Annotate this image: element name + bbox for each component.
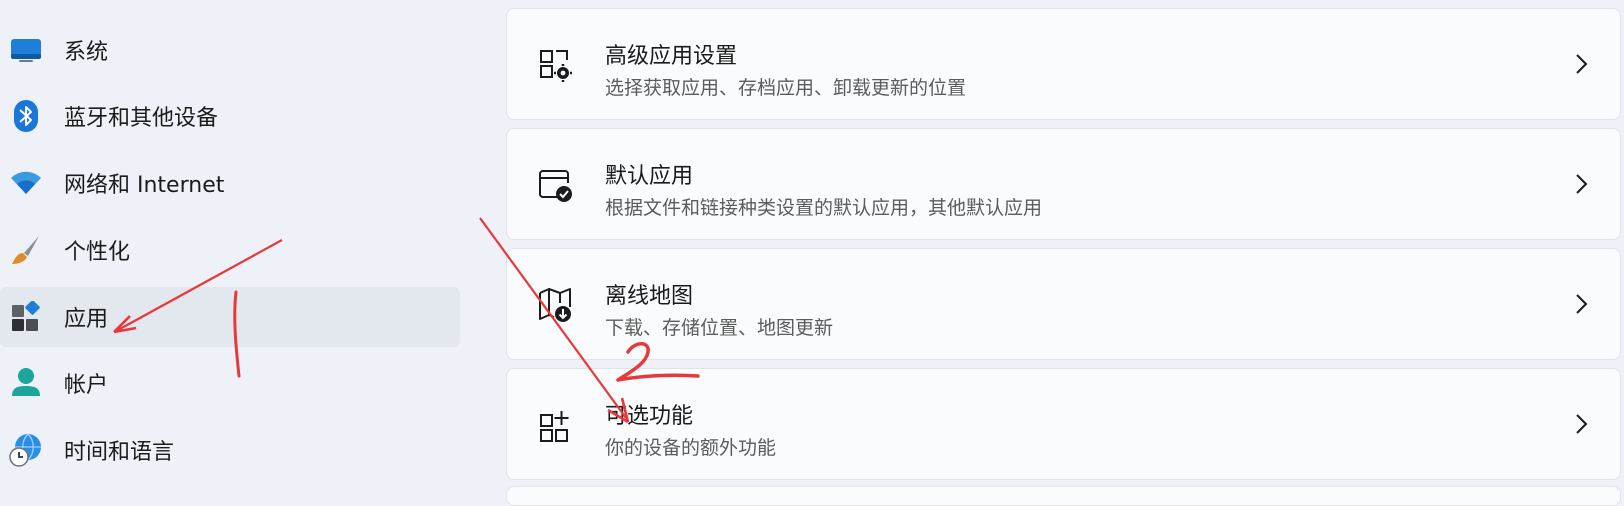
default-apps-icon <box>537 167 573 203</box>
card-default-apps[interactable]: 默认应用 根据文件和链接种类设置的默认应用，其他默认应用 <box>506 128 1621 240</box>
sidebar-item-personalization[interactable]: 个性化 <box>0 220 460 280</box>
card-offline-maps[interactable]: 离线地图 下载、存储位置、地图更新 <box>506 248 1621 360</box>
card-description: 根据文件和链接种类设置的默认应用，其他默认应用 <box>605 197 1043 219</box>
card-partial-next <box>506 486 1621 506</box>
app-settings-icon <box>537 47 573 83</box>
apps-icon <box>8 299 44 335</box>
sidebar-item-accounts[interactable]: 帐户 <box>0 353 460 413</box>
sidebar-item-label: 帐户 <box>64 373 109 398</box>
sidebar-item-network[interactable]: 网络和 Internet <box>0 153 460 213</box>
card-optional-features[interactable]: 可选功能 你的设备的额外功能 <box>506 368 1621 480</box>
sidebar-item-label: 系统 <box>64 40 109 65</box>
sidebar-item-apps[interactable]: 应用 <box>0 287 460 347</box>
card-description: 你的设备的额外功能 <box>605 437 777 459</box>
chevron-right-icon <box>1574 171 1590 197</box>
chevron-right-icon <box>1574 51 1590 77</box>
offline-map-icon <box>537 287 573 323</box>
bluetooth-icon <box>8 98 44 134</box>
optional-features-icon <box>537 407 573 443</box>
card-title: 离线地图 <box>605 284 694 309</box>
sidebar-item-label: 蓝牙和其他设备 <box>64 106 219 131</box>
sidebar-item-label: 网络和 Internet <box>64 173 225 198</box>
sidebar-item-time-language[interactable]: 时间和语言 <box>0 420 460 480</box>
settings-sidebar: 系统 蓝牙和其他设备 网络和 Internet 个性化 应用 帐户 时间和语言 <box>0 0 460 494</box>
card-title: 默认应用 <box>605 164 694 189</box>
paintbrush-icon <box>8 232 44 268</box>
person-icon <box>8 365 44 401</box>
card-description: 下载、存储位置、地图更新 <box>605 317 834 339</box>
card-title: 可选功能 <box>605 404 694 429</box>
chevron-right-icon <box>1574 411 1590 437</box>
sidebar-item-bluetooth[interactable]: 蓝牙和其他设备 <box>0 86 460 146</box>
sidebar-item-label: 时间和语言 <box>64 440 175 465</box>
card-advanced-app-settings[interactable]: 高级应用设置 选择获取应用、存档应用、卸载更新的位置 <box>506 8 1621 120</box>
wifi-icon <box>8 165 44 201</box>
card-title: 高级应用设置 <box>605 44 738 69</box>
monitor-icon <box>8 32 44 68</box>
globe-clock-icon <box>8 432 44 468</box>
sidebar-item-system[interactable]: 系统 <box>0 20 460 80</box>
card-description: 选择获取应用、存档应用、卸载更新的位置 <box>605 77 967 99</box>
sidebar-item-label: 应用 <box>64 307 109 332</box>
sidebar-item-label: 个性化 <box>64 240 131 265</box>
chevron-right-icon <box>1574 291 1590 317</box>
